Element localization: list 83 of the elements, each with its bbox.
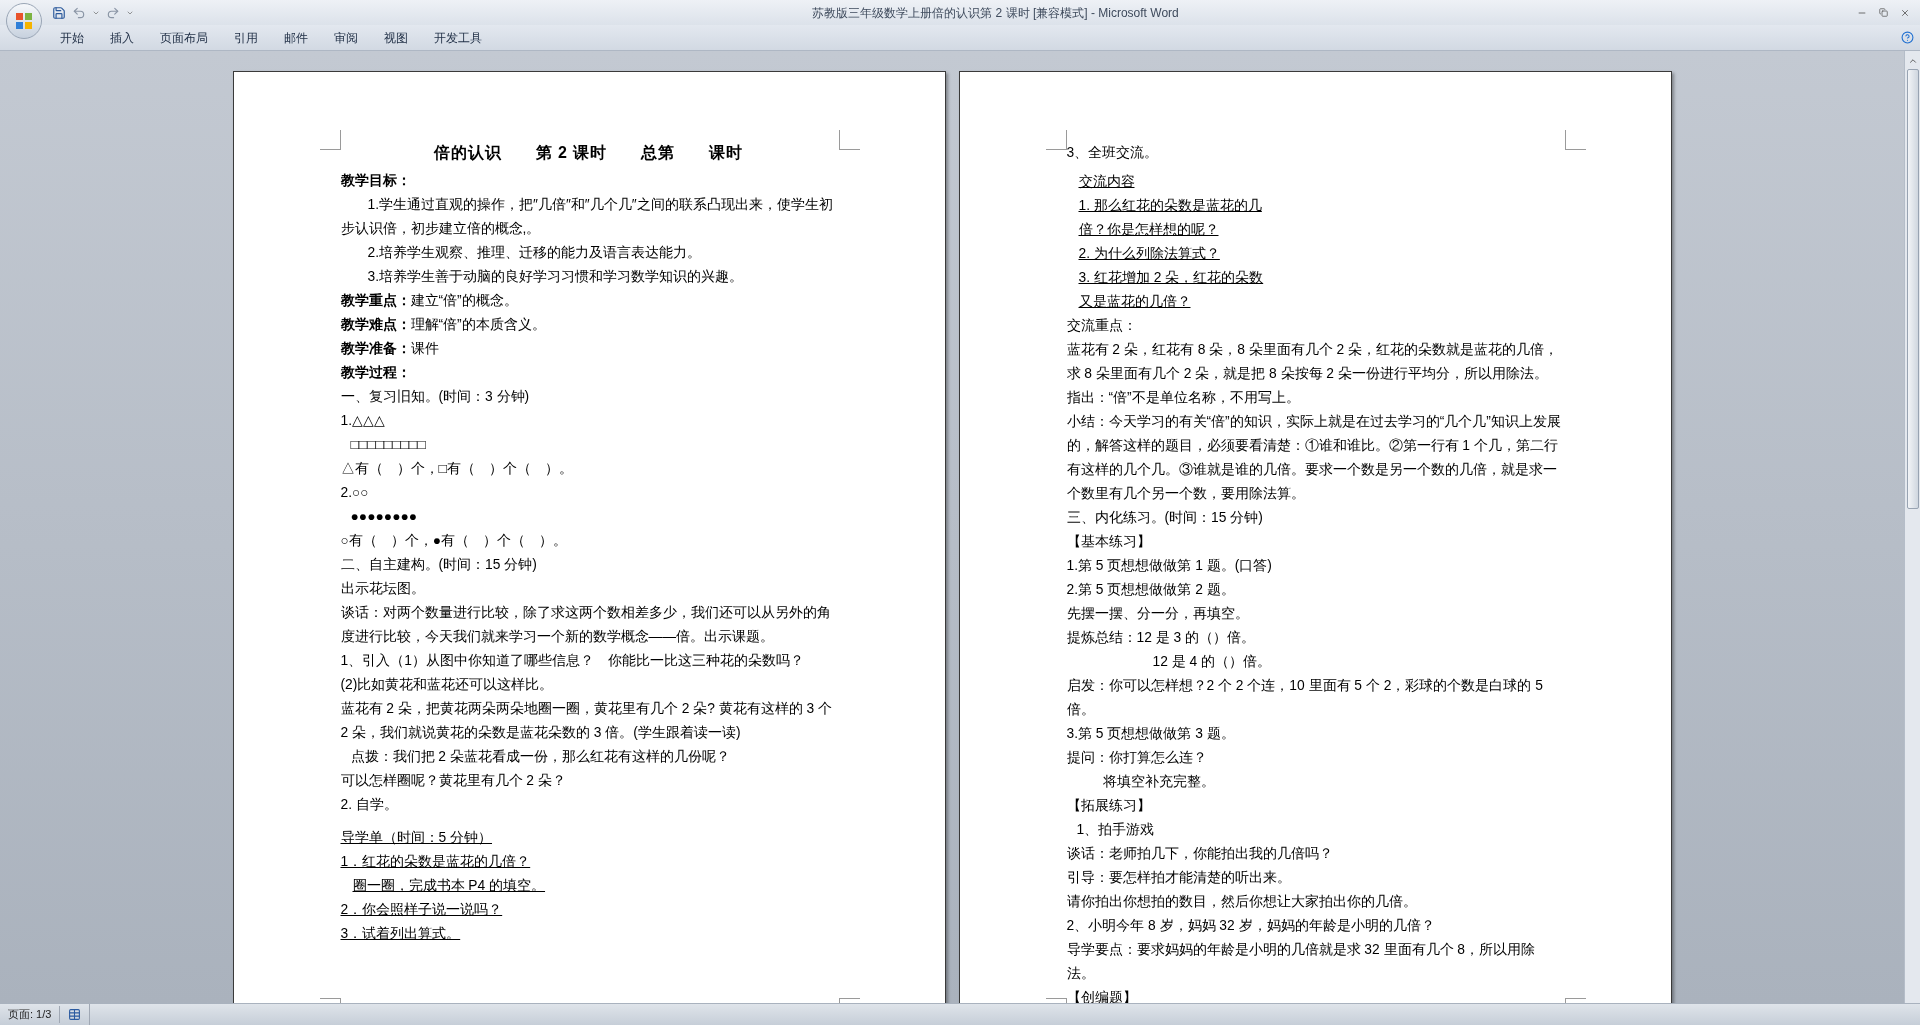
paragraph: 谈话：对两个数量进行比较，除了求这两个数相差多少，我们还可以从另外的角度进行比较，今天我们就来学习一个新的数学概念——倍。出示课题。 [340, 604, 832, 646]
paragraph: 3．试着列出算式。 [340, 925, 461, 943]
paragraph: 三、内化练习。(时间：15 分钟) [1066, 509, 1264, 527]
paragraph: (2)比如黄花和蓝花还可以这样比。 [340, 676, 555, 694]
paragraph: △有（ ）个，□有（ ）个（ ）。 [340, 460, 574, 478]
office-logo-icon [14, 11, 34, 31]
ribbon-tab[interactable]: 审阅 [334, 28, 358, 47]
page-count: 页面: 1/3 [0, 1006, 61, 1023]
paragraph: 出示花坛图。 [340, 580, 426, 598]
paragraph: 教学准备：课件 [340, 340, 440, 358]
paragraph: ●●●●●●●● [349, 508, 419, 526]
paragraph: 2. 自学。 [340, 796, 399, 814]
close-icon[interactable] [1900, 7, 1910, 18]
paragraph: 【基本练习】 [1066, 533, 1152, 551]
paragraph: 教学目标： [340, 172, 412, 190]
paragraph: 点拨：我们把 2 朵蓝花看成一份，那么红花有这样的几份呢？ [349, 748, 731, 766]
paragraph: 教学难点：理解“倍”的本质含义。 [340, 316, 547, 334]
undo-icon[interactable] [72, 5, 86, 20]
paragraph: 12 是 4 的（）倍。 [1151, 653, 1273, 671]
paragraph: □□□□□□□□□ [349, 436, 427, 454]
paragraph: 启发：你可以怎样想？2 个 2 个连，10 里面有 5 个 2，彩球的个数是白球的 5 倍。 [1066, 677, 1544, 719]
paragraph: 又是蓝花的几倍？ [1077, 293, 1191, 311]
paragraph: 教学过程： [340, 364, 412, 382]
paragraph: 交流内容 [1077, 173, 1135, 191]
paragraph: 3.第 5 页想想做做第 3 题。 [1066, 725, 1236, 743]
paragraph: 小结：今天学习的有关“倍”的知识，实际上就是在过去学习的“几个几”知识上发展的，解答这样的题目，必须要看清楚：①谁和谁比。②第一行有 1 个几，第二行有这样的几个几。③谁就是谁的几倍。要求一个数是另一个数的几倍，就是求一个数里有几个另一个数，要用除法算。 [1066, 413, 1562, 503]
crop-mark [838, 130, 860, 150]
paragraph: 2．你会照样子说一说吗？ [340, 901, 503, 919]
paragraph: 将填空补充完整。 [1101, 773, 1216, 791]
window-title: 苏教版三年级数学上册倍的认识第 2 课时 [兼容模式] - Microsoft Word [812, 4, 1179, 22]
paragraph: 2、小明今年 8 岁，妈妈 32 岁，妈妈的年龄是小明的几倍？ [1066, 917, 1436, 935]
paragraph: 3.培养学生善于动脑的良好学习习惯和学习数学知识的兴趣。 [366, 268, 744, 286]
help-icon[interactable] [1901, 31, 1914, 44]
paragraph: 2.第 5 页想想做做第 2 题。 [1066, 581, 1236, 599]
crop-mark [319, 130, 341, 150]
paragraph: 1、拍手游戏 [1075, 821, 1156, 839]
paragraph: 1、引入（1）从图中你知道了哪些信息？ 你能比一比这三种花的朵数吗？ [340, 652, 805, 670]
paragraph: 谈话：老师拍几下，你能拍出我的几倍吗？ [1066, 845, 1334, 863]
paragraph: 2. 为什么列除法算式？ [1077, 245, 1220, 263]
paragraph: 蓝花有 2 朵，红花有 8 朵，8 朵里面有几个 2 朵，红花的朵数就是蓝花的几倍，求 8 朵里面有几个 2 朵，就是把 8 朵按每 2 朵一份进行平均分，所以用除法。 [1066, 341, 1560, 383]
paragraph: 1.△△△ [340, 412, 386, 430]
crop-mark [1564, 130, 1586, 150]
paragraph: 【拓展练习】 [1066, 797, 1152, 815]
paragraph: 倍？你是怎样想的呢？ [1077, 221, 1219, 239]
paragraph: 先摆一摆、分一分，再填空。 [1066, 605, 1250, 623]
paragraph: 交流重点： [1066, 317, 1138, 335]
paragraph: 3. 红花增加 2 朵，红花的朵数 [1077, 269, 1264, 287]
paragraph: 指出：“倍”不是单位名称，不用写上。 [1066, 389, 1301, 407]
paragraph: 圈一圈，完成书本 P4 的填空。 [351, 877, 546, 895]
paragraph: 一、复习旧知。(时间：3 分钟) [340, 388, 531, 406]
paragraph: 请你拍出你想拍的数目，然后你想让大家拍出你的几倍。 [1066, 893, 1418, 911]
paragraph: 【创编题】 [1066, 989, 1138, 1003]
paragraph: ○有（ ）个，●有（ ）个（ ）。 [340, 532, 569, 550]
paragraph: 可以怎样圈呢？黄花里有几个 2 朵？ [340, 772, 567, 790]
redo-icon[interactable] [106, 5, 120, 20]
ribbon-tab[interactable]: 页面布局 [160, 28, 208, 47]
ribbon-tab[interactable]: 插入 [110, 28, 134, 47]
ribbon-tab[interactable]: 视图 [384, 28, 408, 47]
document-title: 倍的认识 第 2 课时 总第 课时 [432, 143, 745, 163]
paragraph: 导学要点：要求妈妈的年龄是小明的几倍就是求 32 里面有几个 8，所以用除法。 [1066, 941, 1537, 983]
ribbon-tab[interactable]: 开发工具 [434, 28, 482, 47]
save-icon[interactable] [52, 5, 66, 20]
paragraph: 2.培养学生观察、推理、迁移的能力及语言表达能力。 [366, 244, 702, 262]
restore-icon[interactable] [1879, 8, 1888, 17]
paragraph: 蓝花有 2 朵，把黄花两朵两朵地圈一圈，黄花里有几个 2 朵? 黄花有这样的 3 个 2 朵，我们就说黄花的朵数是蓝花朵数的 3 倍。(学生跟着读一读) [340, 700, 834, 742]
paragraph: 2.○○ [340, 484, 370, 502]
paragraph: 1.学生通过直观的操作，把″几倍″和″几个几″之间的联系凸现出来，使学生初步认识倍，初步建立倍的概念,。 [340, 196, 834, 238]
paragraph: 二、自主建构。(时间：15 分钟) [340, 556, 538, 574]
scroll-thumb[interactable] [1906, 69, 1919, 509]
paragraph: 导学单（时间：5 分钟） [340, 829, 492, 847]
paragraph: 引导：要怎样拍才能清楚的听出来。 [1066, 869, 1292, 887]
ribbon-tab[interactable]: 开始 [60, 28, 84, 47]
paragraph: 提问：你打算怎么连？ [1066, 749, 1208, 767]
paragraph: 1．红花的朵数是蓝花的几倍？ [340, 853, 531, 871]
ribbon-tab[interactable]: 引用 [234, 28, 258, 47]
ribbon-tab[interactable]: 邮件 [284, 28, 308, 47]
crop-mark [1045, 130, 1067, 150]
paragraph: 1.第 5 页想想做做第 1 题。(口答) [1066, 557, 1273, 575]
paragraph: 教学重点：建立“倍”的概念。 [340, 292, 519, 310]
paragraph: 3、全班交流。 [1066, 144, 1160, 162]
vertical-scrollbar[interactable] [1904, 51, 1920, 1003]
paragraph: 1. 那么红花的朵数是蓝花的几 [1077, 197, 1262, 215]
paragraph: 提炼总结：12 是 3 的（）倍。 [1066, 629, 1257, 647]
